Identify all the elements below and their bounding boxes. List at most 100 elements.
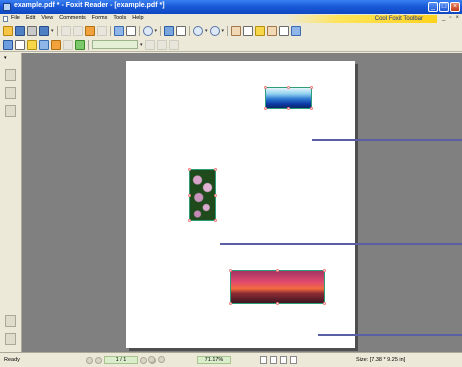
doc-close-button[interactable]: × [455, 15, 459, 21]
callout-line [318, 334, 462, 336]
resize-handle[interactable] [323, 269, 326, 272]
layers-panel-icon[interactable] [5, 105, 16, 117]
resize-handle[interactable] [310, 107, 313, 110]
continuous-icon[interactable] [270, 356, 277, 364]
fit-width-icon[interactable] [176, 26, 187, 36]
page-size-text: Size: [7.38 * 9.25 in] [356, 357, 406, 363]
pencil-icon[interactable] [255, 26, 266, 36]
resize-handle[interactable] [214, 219, 217, 222]
find-previous-icon[interactable] [144, 39, 155, 50]
open-icon[interactable] [3, 26, 13, 36]
bookmarks-panel-icon[interactable] [5, 87, 16, 99]
menu-file[interactable]: File [11, 15, 20, 21]
doc-restore-button[interactable]: ▫ [449, 15, 451, 21]
resize-handle[interactable] [287, 107, 290, 110]
zoom-level-field[interactable]: 71.17% [197, 356, 231, 364]
resize-handle[interactable] [214, 194, 217, 197]
hand-icon[interactable] [231, 26, 242, 36]
menu-edit[interactable]: Edit [26, 15, 35, 21]
forward-icon[interactable] [96, 26, 107, 36]
print-icon[interactable] [27, 26, 37, 36]
menu-comments[interactable]: Comments [59, 15, 86, 21]
dropdown-arrow-icon[interactable]: ▾ [155, 28, 158, 34]
toolbar-separator [138, 26, 140, 36]
resize-handle[interactable] [276, 269, 279, 272]
fit-page-icon[interactable] [164, 26, 175, 36]
image-icon[interactable] [75, 39, 85, 50]
dropdown-arrow-icon[interactable]: ▾ [222, 28, 225, 34]
attach-icon[interactable] [63, 39, 73, 50]
dropdown-arrow-icon[interactable]: ▾ [140, 42, 143, 48]
first-page-button[interactable] [86, 356, 93, 364]
comment-icon[interactable] [27, 39, 37, 50]
resize-handle[interactable] [264, 107, 267, 110]
window-controls: _ □ × [428, 2, 460, 12]
arrow-icon[interactable] [3, 39, 13, 50]
document-window-controls: _ ▫ × [442, 15, 459, 21]
save-icon[interactable] [15, 26, 25, 36]
text-select-icon[interactable] [243, 26, 254, 36]
callout-line [312, 139, 462, 141]
image-flowers[interactable] [188, 168, 217, 222]
first-page-icon[interactable] [60, 26, 71, 36]
zoom-out-icon[interactable] [193, 26, 204, 36]
dropdown-arrow-icon[interactable]: ▾ [205, 28, 208, 34]
document-workspace[interactable] [22, 53, 462, 352]
previous-page-icon[interactable] [72, 26, 83, 36]
find-options-icon[interactable] [168, 39, 179, 50]
page-icon[interactable] [15, 39, 25, 50]
title-bar: example.pdf * - Foxit Reader - [example.… [0, 0, 462, 14]
zoom-in-button[interactable] [158, 356, 165, 363]
find-input[interactable] [92, 40, 138, 49]
resize-handle[interactable] [188, 168, 191, 171]
doc-minimize-button[interactable]: _ [442, 15, 445, 21]
next-page-button[interactable] [140, 356, 147, 364]
resize-handle[interactable] [188, 219, 191, 222]
resize-handle[interactable] [214, 168, 217, 171]
close-button[interactable]: × [450, 2, 460, 12]
facing-icon[interactable] [280, 356, 287, 364]
find-next-icon[interactable] [156, 39, 167, 50]
menu-help[interactable]: Help [132, 15, 143, 21]
resize-handle[interactable] [310, 86, 313, 89]
maximize-button[interactable]: □ [439, 2, 449, 12]
image-sky[interactable] [264, 86, 313, 110]
pages-panel-icon[interactable] [5, 69, 16, 81]
zoom-icon[interactable] [142, 26, 153, 36]
document-icon[interactable] [3, 16, 8, 22]
snapshot-icon[interactable] [291, 26, 302, 36]
image-sunset[interactable] [229, 269, 326, 305]
select-text-icon[interactable] [125, 26, 136, 36]
menu-tools[interactable]: Tools [113, 15, 126, 21]
zoom-out-button[interactable] [148, 356, 155, 363]
cool-foxit-toolbar-banner[interactable]: Cool Foxit Toolbar [285, 15, 437, 23]
signatures-panel-icon[interactable] [5, 333, 16, 345]
pdf-page[interactable] [126, 61, 355, 348]
previous-page-button[interactable] [95, 356, 102, 364]
menu-view[interactable]: View [41, 15, 53, 21]
back-icon[interactable] [84, 26, 95, 36]
resize-handle[interactable] [287, 86, 290, 89]
resize-handle[interactable] [264, 86, 267, 89]
resize-handle[interactable] [188, 194, 191, 197]
page-number-field[interactable]: 1 / 1 [104, 356, 138, 364]
single-page-icon[interactable] [260, 356, 267, 364]
stamp-icon[interactable] [51, 39, 61, 50]
note-icon[interactable] [279, 26, 290, 36]
form-icon[interactable] [39, 39, 49, 50]
typewriter-icon[interactable] [267, 26, 278, 36]
zoom-controls [148, 356, 165, 363]
resize-handle[interactable] [229, 302, 232, 305]
continuous-facing-icon[interactable] [290, 356, 297, 364]
dropdown-arrow-icon[interactable]: ▾ [51, 28, 54, 34]
resize-handle[interactable] [229, 269, 232, 272]
email-icon[interactable] [39, 26, 49, 36]
menu-forms[interactable]: Forms [92, 15, 108, 21]
minimize-button[interactable]: _ [428, 2, 438, 12]
resize-handle[interactable] [323, 302, 326, 305]
panel-collapse-icon[interactable]: ▾ [4, 55, 7, 61]
resize-handle[interactable] [276, 302, 279, 305]
attachments-panel-icon[interactable] [5, 315, 16, 327]
hand-tool-icon[interactable] [113, 26, 124, 36]
zoom-in-icon[interactable] [209, 26, 220, 36]
